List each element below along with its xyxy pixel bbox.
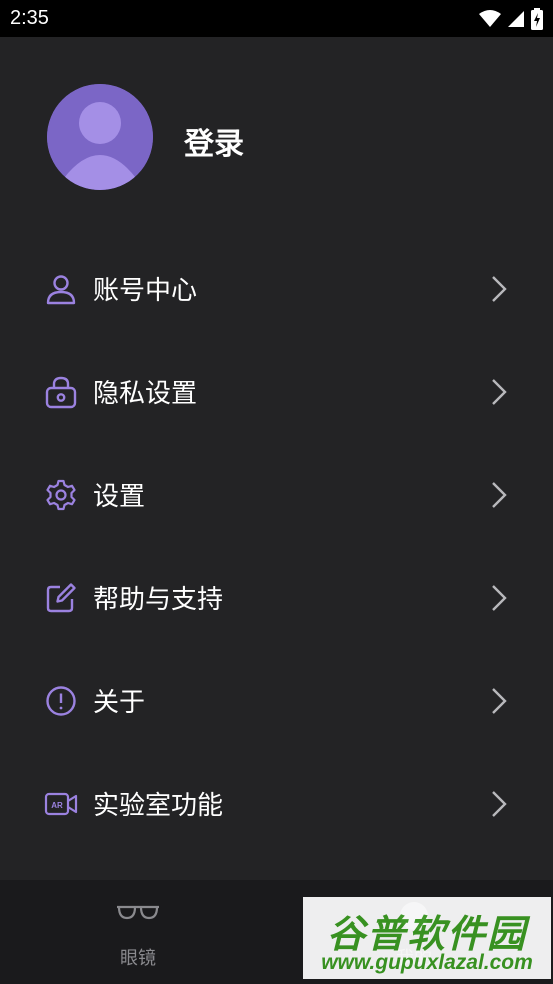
menu-item-account-center[interactable]: 账号中心: [0, 237, 553, 340]
chevron-right-icon: [492, 790, 507, 817]
menu-item-label: 账号中心: [93, 276, 198, 306]
menu-item-label: 关于: [93, 688, 146, 718]
menu-item-label: 实验室功能: [93, 791, 224, 821]
menu-item-settings[interactable]: 设置: [0, 443, 553, 546]
status-bar: 2:35: [0, 0, 553, 37]
glasses-icon: [117, 905, 159, 920]
watermark-title: 谷普软件园: [326, 912, 527, 956]
chevron-right-icon: [492, 481, 507, 508]
gear-icon: [44, 478, 78, 512]
settings-menu: 账号中心 隐私设置 设置 帮助与支持 关于 AR 实验室功能: [0, 237, 553, 855]
status-icons: [479, 7, 543, 30]
login-label[interactable]: 登录: [184, 119, 244, 163]
chevron-right-icon: [492, 584, 507, 611]
menu-item-label: 隐私设置: [93, 379, 198, 409]
lock-icon: [44, 375, 78, 409]
chevron-right-icon: [492, 275, 507, 302]
menu-item-about[interactable]: 关于: [0, 649, 553, 752]
wifi-icon: [479, 9, 501, 27]
ar-camera-icon: AR: [44, 787, 78, 821]
watermark-url: www.gupuxlazal.com: [321, 951, 533, 974]
battery-icon: [531, 7, 543, 30]
menu-item-privacy-settings[interactable]: 隐私设置: [0, 340, 553, 443]
edit-icon: [44, 581, 78, 615]
profile-header[interactable]: 登录: [0, 37, 553, 237]
menu-item-label: 帮助与支持: [93, 585, 224, 615]
svg-text:AR: AR: [51, 801, 63, 810]
chevron-right-icon: [492, 378, 507, 405]
info-icon: [44, 684, 78, 718]
status-time: 2:35: [10, 7, 49, 29]
watermark: 谷普软件园 www.gupuxlazal.com: [303, 897, 551, 979]
tab-glasses[interactable]: 眼镜: [0, 880, 276, 984]
tab-label: 眼镜: [120, 948, 156, 969]
chevron-right-icon: [492, 687, 507, 714]
menu-item-label: 设置: [93, 482, 146, 512]
menu-item-lab-features[interactable]: AR 实验室功能: [0, 752, 553, 855]
user-icon: [44, 272, 78, 306]
menu-item-help-support[interactable]: 帮助与支持: [0, 546, 553, 649]
signal-icon: [508, 10, 524, 27]
default-avatar-icon[interactable]: [47, 84, 153, 190]
